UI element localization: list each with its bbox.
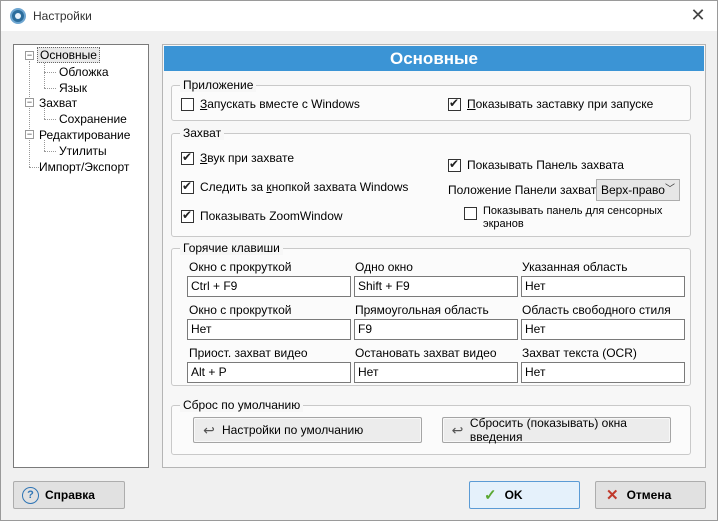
checkbox-box: [181, 179, 194, 194]
show-zoomwindow-checkbox[interactable]: Показывать ZoomWindow: [181, 208, 343, 223]
nav-item-label: Импорт/Экспорт: [39, 160, 130, 174]
nav-item-yazyk[interactable]: Язык: [57, 81, 89, 95]
hotkey-label: Захват текста (OCR): [522, 346, 637, 360]
nav-item-label: Сохранение: [59, 112, 127, 126]
panel-position-select[interactable]: Верх-право ﹀: [596, 179, 680, 201]
checkbox-box: [448, 157, 461, 172]
checkbox-box: [448, 96, 461, 111]
cancel-button[interactable]: ✕ Отмена: [595, 481, 706, 509]
button-label: Отмена: [626, 488, 672, 502]
reset-intro-windows-button[interactable]: ↩ Сбросить (показывать) окна введения: [442, 416, 671, 444]
hotkey-input[interactable]: Нет: [187, 319, 351, 340]
checkbox-label: Запускать вместе с Windows: [200, 97, 360, 111]
button-label: Справка: [45, 488, 95, 502]
select-value: Верх-право: [601, 183, 665, 197]
help-icon: ?: [22, 486, 39, 504]
nav-item-oblozhka[interactable]: Обложка: [57, 65, 111, 79]
window-title: Настройки: [33, 9, 92, 23]
checkbox-box: [181, 97, 194, 111]
close-icon: ✕: [606, 487, 619, 504]
undo-arrow-icon: ↩: [451, 421, 464, 438]
nav-item-sohranenie[interactable]: Сохранение: [57, 112, 129, 126]
hotkey-label: Область свободного стиля: [522, 303, 671, 317]
nav-item-osnovnye[interactable]: Основные: [37, 47, 100, 63]
show-capture-panel-checkbox[interactable]: Показывать Панель захвата: [448, 157, 624, 172]
checkbox-label: Показывать ZoomWindow: [200, 209, 343, 223]
hotkey-input[interactable]: Нет: [521, 319, 685, 340]
nav-item-label: Язык: [59, 81, 88, 95]
touch-panel-checkbox[interactable]: Показывать панель для сенсорных экранов: [464, 205, 662, 231]
checkbox-label: Показывать панель для сенсорных экранов: [483, 205, 663, 230]
capture-group: Захват Звук при захвате Следить за кнопк…: [171, 126, 691, 237]
nav-item-label: Редактирование: [39, 128, 131, 142]
group-title: Сброс по умолчанию: [180, 398, 304, 412]
title-bar: Настройки ✕: [1, 1, 717, 31]
hotkey-label: Прямоугольная область: [355, 303, 489, 317]
hotkey-input[interactable]: Нет: [521, 276, 685, 297]
show-splash-checkbox[interactable]: Показывать заставку при запуске: [448, 96, 654, 111]
hotkey-label: Окно с прокруткой: [189, 303, 292, 317]
nav-item-redaktirovanie[interactable]: Редактирование: [37, 128, 132, 142]
chevron-down-icon: ﹀: [665, 184, 675, 195]
group-title: Приложение: [180, 78, 257, 92]
hotkey-input[interactable]: Alt + P: [187, 362, 351, 383]
hotkey-label: Остановать захват видео: [355, 346, 497, 360]
start-with-windows-checkbox[interactable]: Запускать вместе с Windows: [181, 97, 360, 111]
nav-item-label: Утилиты: [59, 144, 107, 158]
nav-item-label: Основные: [37, 47, 100, 63]
ok-button[interactable]: ✓ OK: [469, 481, 580, 509]
settings-content-panel: Основные Приложение Запускать вместе с W…: [162, 44, 706, 468]
nav-item-utility[interactable]: Утилиты: [57, 144, 109, 158]
close-icon[interactable]: ✕: [689, 6, 707, 24]
expander-osnovnye[interactable]: −: [25, 51, 34, 60]
nav-item-label: Обложка: [59, 65, 109, 79]
hotkey-label: Приост. захват видео: [189, 346, 308, 360]
checkbox-label: Звук при захвате: [200, 151, 295, 165]
hotkey-label: Окно с прокруткой: [189, 260, 292, 274]
checkmark-icon: ✓: [484, 487, 497, 504]
expander-redaktirovanie[interactable]: −: [25, 130, 34, 139]
checkbox-box: [181, 150, 194, 165]
nav-item-label: Захват: [39, 96, 78, 110]
help-button[interactable]: ? Справка: [13, 481, 125, 509]
group-title: Захват: [180, 126, 225, 140]
checkbox-label: Следить за кнопкой захвата Windows: [200, 180, 409, 194]
follow-capture-button-checkbox[interactable]: Следить за кнопкой захвата Windows: [181, 179, 409, 194]
hotkey-label: Одно окно: [355, 260, 413, 274]
button-label: Сбросить (показывать) окна введения: [469, 416, 627, 444]
expander-zahvat[interactable]: −: [25, 98, 34, 107]
page-title: Основные: [164, 46, 704, 71]
app-logo-icon: [10, 8, 26, 24]
capture-sound-checkbox[interactable]: Звук при захвате: [181, 150, 295, 165]
hotkey-input[interactable]: Ctrl + F9: [187, 276, 351, 297]
hotkey-input[interactable]: F9: [354, 319, 518, 340]
panel-position-label: Положение Панели захвата: [448, 183, 603, 197]
hotkey-input[interactable]: Нет: [354, 362, 518, 383]
restore-defaults-button[interactable]: ↩ Настройки по умолчанию: [193, 417, 422, 443]
settings-window: Настройки ✕ − − − Основные Обложка Язык: [0, 0, 718, 521]
button-label: Настройки по умолчанию: [222, 423, 364, 437]
nav-item-zahvat[interactable]: Захват: [37, 96, 79, 110]
hotkeys-group: Горячие клавиши Окно с прокруткой Одно о…: [171, 241, 691, 386]
settings-nav-tree: − − − Основные Обложка Язык Захват Сохра…: [13, 44, 149, 468]
checkbox-box: [464, 207, 477, 220]
checkbox-label: Показывать Панель захвата: [467, 158, 624, 172]
hotkey-input[interactable]: Shift + F9: [354, 276, 518, 297]
undo-arrow-icon: ↩: [203, 421, 215, 438]
hotkey-label: Указанная область: [522, 260, 628, 274]
group-title: Горячие клавиши: [180, 241, 283, 255]
app-group: Приложение Запускать вместе с Windows По…: [171, 78, 691, 121]
hotkey-input[interactable]: Нет: [521, 362, 685, 383]
button-label: OK: [504, 488, 523, 502]
reset-group: Сброс по умолчанию ↩ Настройки по умолча…: [171, 398, 691, 455]
checkbox-box: [181, 208, 194, 223]
nav-item-import-export[interactable]: Импорт/Экспорт: [37, 160, 131, 174]
checkbox-label: Показывать заставку при запуске: [467, 97, 654, 111]
